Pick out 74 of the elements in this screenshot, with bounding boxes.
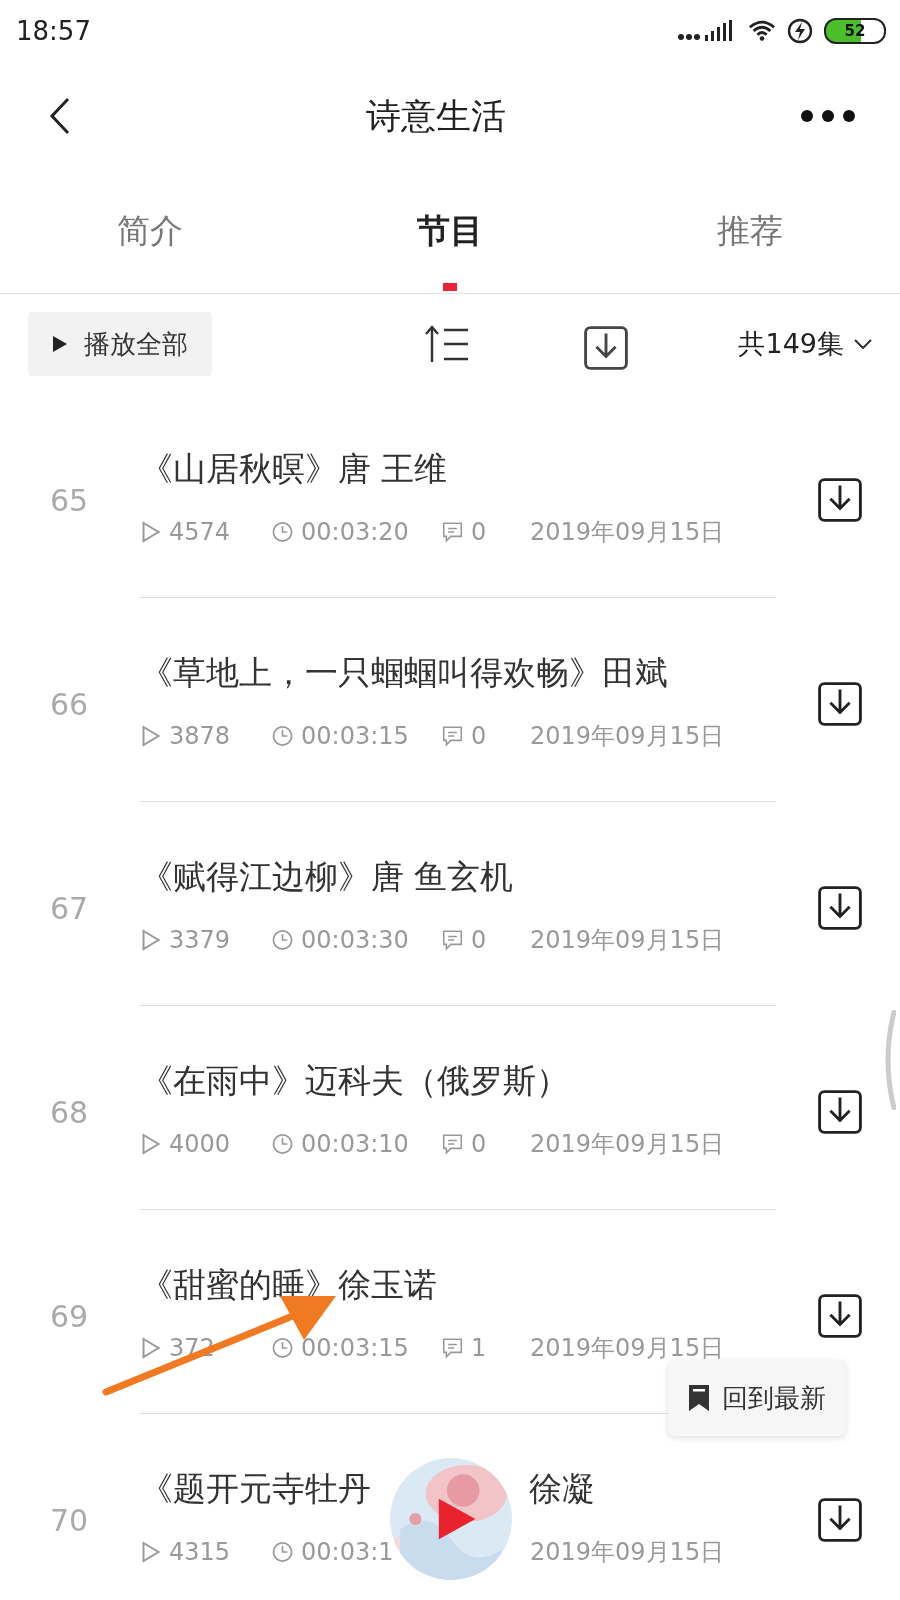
comment-count: 0 (471, 518, 487, 546)
duration: 00:03:15 (301, 722, 409, 750)
clock-icon (272, 725, 293, 747)
comment-icon (442, 1133, 463, 1155)
play-count-icon (140, 1337, 161, 1359)
tab[interactable]: 推荐 (709, 205, 791, 258)
play-icon (52, 335, 68, 353)
status-time: 18:57 (16, 16, 91, 46)
publish-date: 2019年09月15日 (530, 1537, 725, 1568)
episode-number: 66 (49, 685, 90, 722)
episode-title[interactable]: 《赋得江边柳》唐 鱼玄机 (140, 854, 514, 900)
download-icon[interactable] (816, 680, 864, 728)
clock-icon (272, 521, 293, 543)
episode-title[interactable]: 《题开元寺牡丹 (140, 1466, 371, 1512)
episode-number: 69 (49, 1297, 90, 1334)
episode-number: 70 (49, 1501, 90, 1538)
tab-indicator (443, 283, 457, 291)
play-count: 4315 (169, 1538, 231, 1566)
play-count-icon (140, 929, 161, 951)
publish-date: 2019年09月15日 (530, 925, 725, 956)
wifi-icon (748, 18, 776, 44)
play-count-icon (140, 521, 161, 543)
publish-date: 2019年09月15日 (530, 1129, 725, 1160)
play-count: 4574 (169, 518, 231, 546)
duration: 00:03:20 (301, 518, 409, 546)
comment-icon (442, 929, 463, 951)
duration: 00:03:15 (301, 1334, 409, 1362)
duration: 00:03:1 (301, 1538, 394, 1566)
charging-icon (786, 18, 814, 44)
episode-number: 67 (49, 889, 90, 926)
comment-icon (442, 521, 463, 543)
play-count: 3878 (169, 722, 231, 750)
episode-title[interactable]: 《在雨中》迈科夫（俄罗斯） (140, 1058, 569, 1104)
play-all-button[interactable]: 播放全部 (28, 312, 212, 376)
download-icon[interactable] (816, 1088, 864, 1136)
tab[interactable]: 简介 (109, 205, 191, 258)
publish-date: 2019年09月15日 (530, 721, 725, 752)
play-count: 3379 (169, 926, 231, 954)
download-icon[interactable] (816, 476, 864, 524)
comment-count: 0 (471, 1130, 487, 1158)
play-count-icon (140, 1133, 161, 1155)
play-count: 4000 (169, 1130, 231, 1158)
publish-date: 2019年09月15日 (530, 517, 725, 548)
comment-icon (442, 1337, 463, 1359)
episode-number: 65 (49, 481, 90, 518)
download-icon[interactable] (816, 884, 864, 932)
back-icon[interactable] (48, 95, 72, 137)
episode-count-dropdown[interactable]: 共149集 (738, 326, 872, 362)
clock-icon (272, 929, 293, 951)
download-icon[interactable] (816, 1496, 864, 1544)
play-count-icon (140, 725, 161, 747)
clock-icon (272, 1337, 293, 1359)
more-icon[interactable] (800, 109, 856, 123)
caret-icon (854, 339, 872, 349)
comment-count: 0 (471, 926, 487, 954)
episode-title[interactable]: 徐凝 (529, 1466, 595, 1512)
episode-title[interactable]: 《草地上，一只蝈蝈叫得欢畅》田斌 (140, 650, 668, 696)
tab[interactable]: 节目 (409, 205, 491, 258)
page-title: 诗意生活 (366, 94, 506, 138)
comment-count: 1 (471, 1334, 487, 1362)
duration: 00:03:30 (301, 926, 409, 954)
duration: 00:03:10 (301, 1130, 409, 1158)
clock-icon (272, 1133, 293, 1155)
episode-number: 68 (49, 1093, 90, 1130)
back-to-latest-button[interactable]: 回到最新 (668, 1360, 846, 1436)
comment-count: 0 (471, 722, 487, 750)
clock-icon (272, 1541, 293, 1563)
play-count-icon (140, 1541, 161, 1563)
sort-icon[interactable] (424, 324, 471, 364)
download-icon[interactable] (816, 1292, 864, 1340)
download-icon[interactable] (582, 324, 631, 372)
comment-icon (442, 725, 463, 747)
bookmark-icon (688, 1384, 710, 1412)
episode-title[interactable]: 《山居秋暝》唐 王维 (140, 446, 448, 492)
